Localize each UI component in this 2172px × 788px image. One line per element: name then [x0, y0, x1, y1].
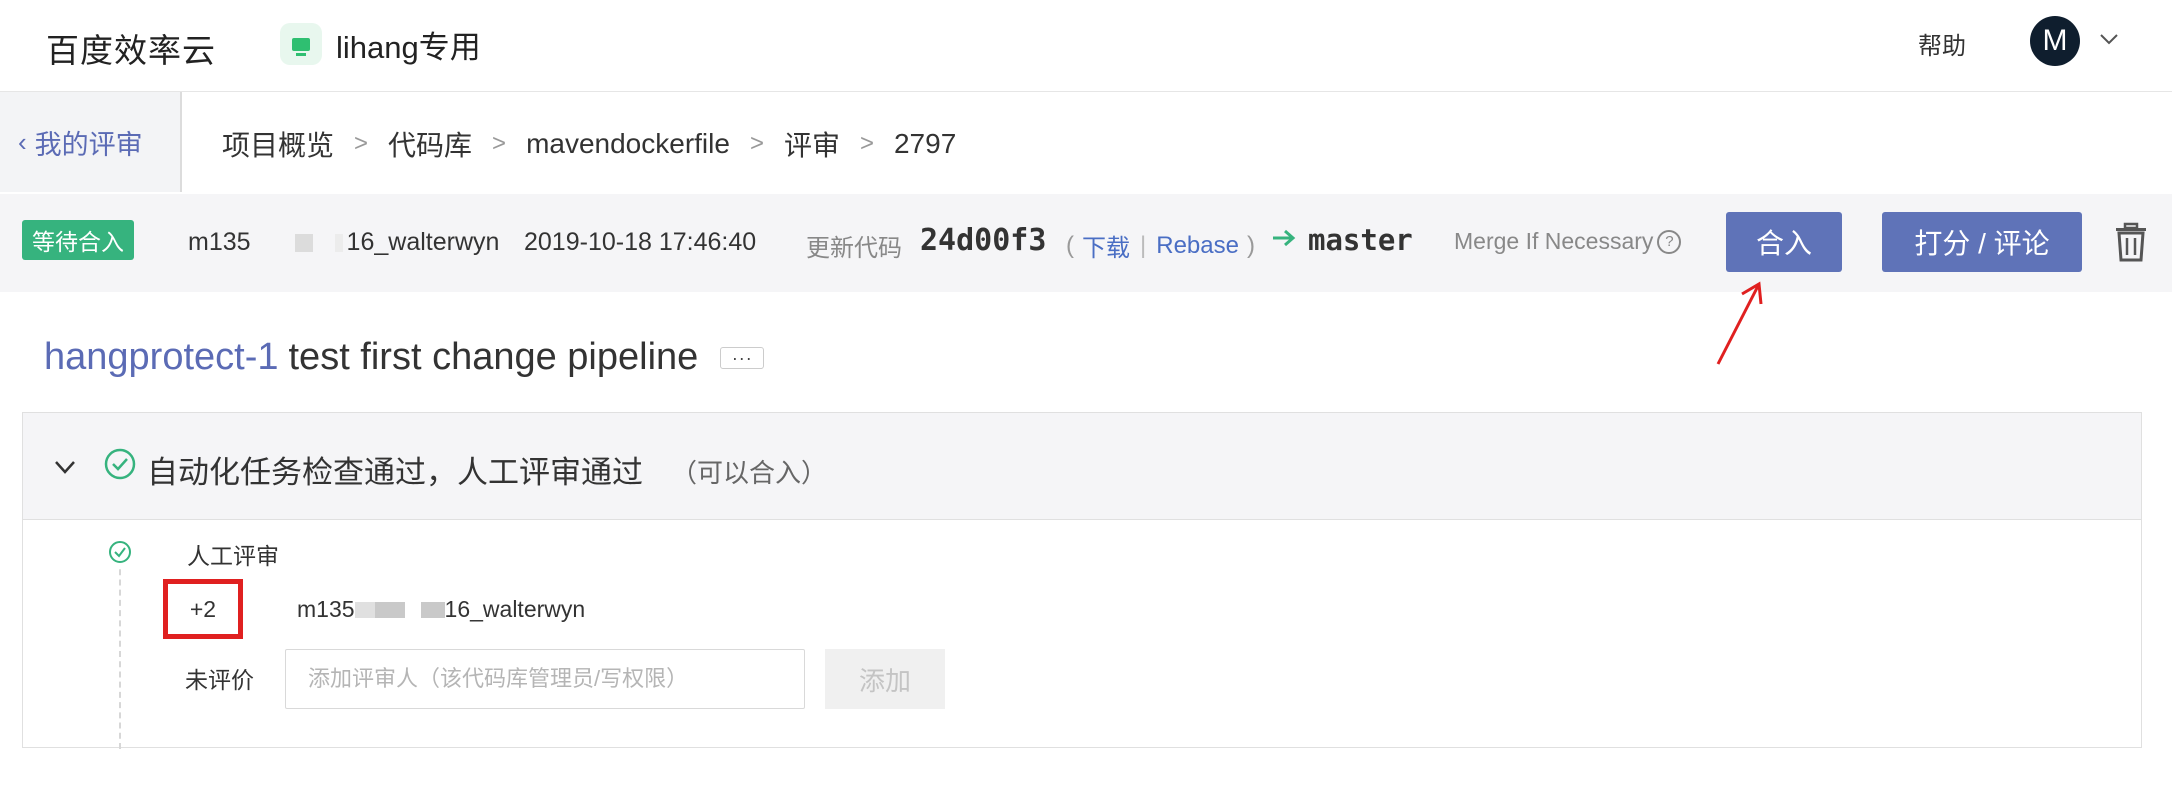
merge-strategy[interactable]: Merge If Necessary ? — [1454, 228, 1682, 255]
breadcrumb-separator: > — [859, 130, 874, 157]
reviewer-name: m135 16_walterwyn — [297, 596, 585, 623]
chevron-left-icon: ‹ — [18, 126, 27, 157]
commit-hash[interactable]: 24d00f3 — [920, 223, 1046, 258]
breadcrumb-item-repo[interactable]: 代码库 — [388, 124, 472, 164]
manual-review-title: 人工评审 — [187, 543, 279, 569]
check-summary: 自动化任务检查通过，人工评审通过 — [147, 455, 643, 490]
merge-strategy-label: Merge If Necessary — [1454, 228, 1654, 254]
breadcrumb-item-review-id: 2797 — [893, 128, 957, 159]
score-badge: +2 — [163, 579, 243, 639]
check-panel: 自动化任务检查通过，人工评审通过 （可以合入） 人工评审 +2 m135 16_… — [22, 412, 2142, 749]
add-reviewer-input[interactable] — [285, 649, 805, 709]
chevron-down-icon[interactable] — [51, 453, 79, 481]
project-switcher[interactable]: lihang专用 — [280, 20, 481, 68]
more-button[interactable]: ··· — [720, 346, 765, 369]
check-note: （可以合入） — [671, 458, 828, 488]
back-to-my-reviews[interactable]: ‹ 我的评审 — [0, 92, 182, 192]
redaction-block — [420, 601, 445, 618]
rebase-link[interactable]: Rebase — [1156, 232, 1239, 260]
redaction-block — [334, 233, 343, 252]
trash-icon[interactable] — [2110, 221, 2152, 263]
timestamp: 2019-10-18 17:46:40 — [524, 228, 757, 256]
change-title: hangprotect-1 test first change pipeline… — [44, 336, 765, 379]
timeline-line — [119, 559, 121, 749]
monitor-icon — [280, 23, 322, 65]
status-badge: 等待合入 — [22, 220, 134, 260]
reviewer-prefix: m135 — [297, 596, 355, 622]
brand-logo[interactable]: 百度效率云 — [46, 24, 216, 72]
redaction-block — [354, 601, 375, 618]
review-status-bar: 等待合入 m135 16_walterwyn 2019-10-18 17:46:… — [0, 194, 2172, 292]
help-link[interactable]: 帮助 — [1918, 26, 1966, 61]
breadcrumb-item-repo-name[interactable]: mavendockerfile — [526, 128, 730, 160]
update-code-label: 更新代码 — [806, 235, 902, 262]
unrated-label: 未评价 — [185, 667, 254, 693]
author-name: m135 16_walterwyn — [188, 228, 499, 257]
breadcrumb-item-overview[interactable]: 项目概览 — [222, 124, 334, 164]
change-subject: test first change pipeline — [288, 336, 699, 378]
check-header[interactable]: 自动化任务检查通过，人工评审通过 （可以合入） — [23, 413, 2141, 520]
redaction-block — [294, 233, 313, 252]
top-bar: 百度效率云 lihang专用 帮助 M — [0, 0, 2172, 92]
author-suffix: 16_walterwyn — [346, 228, 500, 256]
author-prefix: m135 — [188, 228, 251, 256]
score-comment-button[interactable]: 打分 / 评论 — [1882, 212, 2082, 272]
chevron-down-icon[interactable] — [2098, 28, 2120, 50]
redaction-block — [374, 601, 405, 618]
merge-button[interactable]: 合入 — [1726, 212, 1842, 272]
breadcrumb-separator: > — [749, 130, 764, 157]
breadcrumb-separator: > — [492, 130, 507, 157]
reviewer-suffix: 16_walterwyn — [444, 596, 586, 622]
avatar[interactable]: M — [2030, 16, 2080, 66]
commit-actions: ( 下载 | Rebase ) — [1058, 228, 1263, 263]
breadcrumb: 项目概览 > 代码库 > mavendockerfile > 评审 > 2797 — [222, 124, 956, 164]
check-circle-icon — [107, 539, 133, 565]
annotation-arrow-icon — [1716, 281, 1763, 365]
add-reviewer-button[interactable]: 添加 — [825, 649, 945, 709]
breadcrumb-item-review[interactable]: 评审 — [784, 124, 840, 164]
project-name: lihang专用 — [336, 29, 481, 65]
check-circle-icon — [104, 448, 136, 480]
question-icon[interactable]: ? — [1657, 229, 1682, 254]
breadcrumb-separator: > — [354, 130, 369, 157]
change-id[interactable]: hangprotect-1 — [44, 336, 279, 379]
back-label: 我的评审 — [34, 129, 143, 160]
download-link[interactable]: 下载 — [1082, 228, 1130, 263]
arrow-right-icon — [1273, 229, 1296, 247]
target-branch: master — [1308, 223, 1413, 257]
